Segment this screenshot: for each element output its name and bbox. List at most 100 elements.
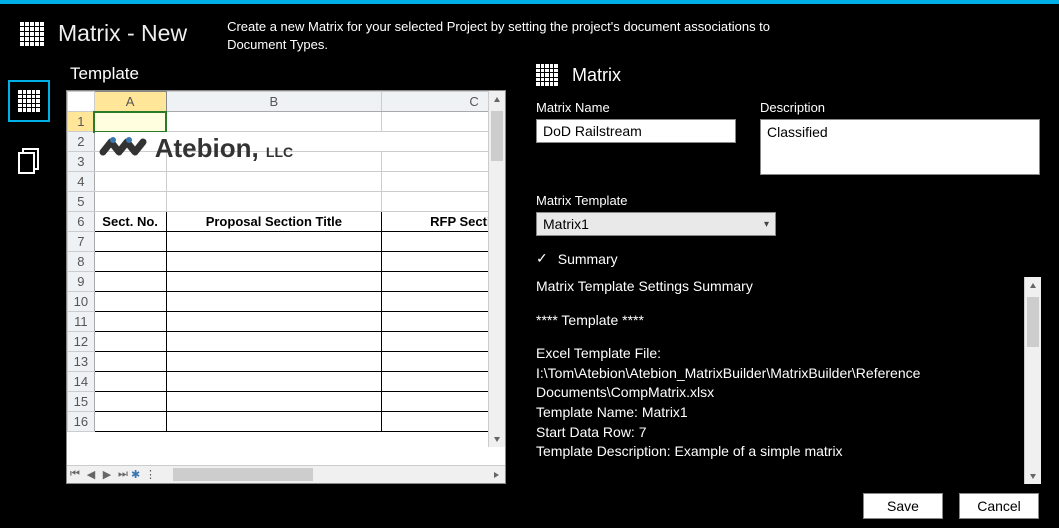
cell[interactable] bbox=[382, 292, 505, 312]
cell[interactable] bbox=[166, 292, 382, 312]
cell[interactable] bbox=[166, 172, 382, 192]
row-header[interactable]: 7 bbox=[68, 232, 95, 252]
cell[interactable] bbox=[166, 412, 382, 432]
cell[interactable] bbox=[94, 372, 166, 392]
cell[interactable] bbox=[382, 372, 505, 392]
summary-toggle[interactable]: ✓ Summary bbox=[536, 250, 1041, 267]
row-header[interactable]: 14 bbox=[68, 372, 95, 392]
cell[interactable] bbox=[382, 152, 505, 172]
sheet-tab-handle[interactable]: ⋮ bbox=[145, 468, 155, 481]
cell-a1[interactable] bbox=[94, 112, 166, 132]
row-header[interactable]: 1 bbox=[68, 112, 95, 132]
scroll-up-icon[interactable] bbox=[1025, 277, 1041, 294]
sheet-new-tab-icon[interactable]: ✱ bbox=[131, 468, 141, 481]
sheet-nav-prev-icon[interactable]: ◀ bbox=[84, 468, 98, 482]
scroll-thumb[interactable] bbox=[173, 468, 313, 481]
sheet-corner[interactable] bbox=[68, 92, 95, 112]
cell[interactable]: Atebion, LLC bbox=[94, 132, 505, 152]
cell[interactable] bbox=[166, 152, 382, 172]
matrix-template-value: Matrix1 bbox=[543, 216, 589, 232]
row-header[interactable]: 9 bbox=[68, 272, 95, 292]
nav-template-button[interactable] bbox=[8, 80, 50, 122]
app-grid-icon bbox=[20, 22, 44, 46]
nav-documents-button[interactable] bbox=[8, 140, 50, 182]
cell[interactable] bbox=[94, 352, 166, 372]
cell[interactable] bbox=[382, 252, 505, 272]
column-title[interactable]: RFP Section L bbox=[382, 212, 505, 232]
matrix-name-input[interactable] bbox=[536, 119, 736, 143]
row-header[interactable]: 11 bbox=[68, 312, 95, 332]
cell[interactable] bbox=[94, 332, 166, 352]
row-header[interactable]: 15 bbox=[68, 392, 95, 412]
cell[interactable] bbox=[166, 392, 382, 412]
grid-icon bbox=[18, 90, 40, 112]
cell[interactable] bbox=[94, 412, 166, 432]
row-header[interactable]: 3 bbox=[68, 152, 95, 172]
column-title[interactable]: Sect. No. bbox=[94, 212, 166, 232]
cell[interactable] bbox=[382, 232, 505, 252]
scroll-thumb[interactable] bbox=[491, 111, 503, 161]
side-nav bbox=[0, 62, 60, 484]
row-header[interactable]: 10 bbox=[68, 292, 95, 312]
cell[interactable] bbox=[382, 312, 505, 332]
cell[interactable] bbox=[94, 292, 166, 312]
row-header[interactable]: 12 bbox=[68, 332, 95, 352]
scroll-thumb[interactable] bbox=[1027, 297, 1039, 347]
cell[interactable] bbox=[166, 252, 382, 272]
col-header-a[interactable]: A bbox=[94, 92, 166, 112]
column-title[interactable]: Proposal Section Title bbox=[166, 212, 382, 232]
scroll-down-icon[interactable] bbox=[1025, 467, 1041, 484]
row-header[interactable]: 16 bbox=[68, 412, 95, 432]
row-header[interactable]: 4 bbox=[68, 172, 95, 192]
cell[interactable] bbox=[382, 272, 505, 292]
cell[interactable] bbox=[166, 272, 382, 292]
cell[interactable] bbox=[166, 332, 382, 352]
col-header-b[interactable]: B bbox=[166, 92, 382, 112]
cell[interactable] bbox=[382, 332, 505, 352]
row-header[interactable]: 2 bbox=[68, 132, 95, 152]
summary-file: Excel Template File: I:\Tom\Atebion\Ateb… bbox=[536, 344, 1004, 403]
cell[interactable] bbox=[166, 192, 382, 212]
row-header[interactable]: 6 bbox=[68, 212, 95, 232]
cell[interactable] bbox=[382, 352, 505, 372]
cell[interactable] bbox=[94, 312, 166, 332]
grid-icon bbox=[536, 64, 558, 86]
save-button[interactable]: Save bbox=[863, 493, 943, 519]
cell[interactable] bbox=[382, 392, 505, 412]
cell[interactable] bbox=[94, 392, 166, 412]
col-header-c[interactable]: C bbox=[382, 92, 505, 112]
spreadsheet[interactable]: A B C 1 2 bbox=[66, 90, 506, 484]
cell[interactable] bbox=[166, 112, 382, 132]
horizontal-scrollbar[interactable] bbox=[173, 466, 488, 483]
cancel-button[interactable]: Cancel bbox=[959, 493, 1039, 519]
cell[interactable] bbox=[94, 152, 166, 172]
description-label: Description bbox=[760, 100, 1040, 115]
summary-scrollbar[interactable] bbox=[1024, 277, 1041, 484]
cell[interactable] bbox=[94, 272, 166, 292]
row-header[interactable]: 5 bbox=[68, 192, 95, 212]
cell[interactable] bbox=[94, 252, 166, 272]
cell[interactable] bbox=[166, 372, 382, 392]
cell[interactable] bbox=[166, 232, 382, 252]
row-header[interactable]: 13 bbox=[68, 352, 95, 372]
cell[interactable] bbox=[166, 352, 382, 372]
summary-body: Matrix Template Settings Summary **** Te… bbox=[536, 277, 1024, 484]
vertical-scrollbar[interactable] bbox=[488, 91, 505, 447]
cell[interactable] bbox=[94, 172, 166, 192]
cell[interactable] bbox=[382, 192, 505, 212]
sheet-nav-next-icon[interactable]: ▶ bbox=[100, 468, 114, 482]
cell[interactable] bbox=[382, 112, 505, 132]
scroll-right-icon[interactable] bbox=[488, 466, 505, 483]
scroll-up-icon[interactable] bbox=[489, 91, 505, 108]
scroll-down-icon[interactable] bbox=[489, 430, 505, 447]
description-input[interactable] bbox=[760, 119, 1040, 175]
sheet-nav-last-icon[interactable]: ⏭ bbox=[116, 468, 130, 482]
cell[interactable] bbox=[382, 412, 505, 432]
row-header[interactable]: 8 bbox=[68, 252, 95, 272]
sheet-nav-first-icon[interactable]: ⏮ bbox=[68, 468, 82, 482]
cell[interactable] bbox=[166, 312, 382, 332]
cell[interactable] bbox=[382, 172, 505, 192]
matrix-template-select[interactable]: Matrix1 ▾ bbox=[536, 212, 776, 236]
cell[interactable] bbox=[94, 192, 166, 212]
cell[interactable] bbox=[94, 232, 166, 252]
